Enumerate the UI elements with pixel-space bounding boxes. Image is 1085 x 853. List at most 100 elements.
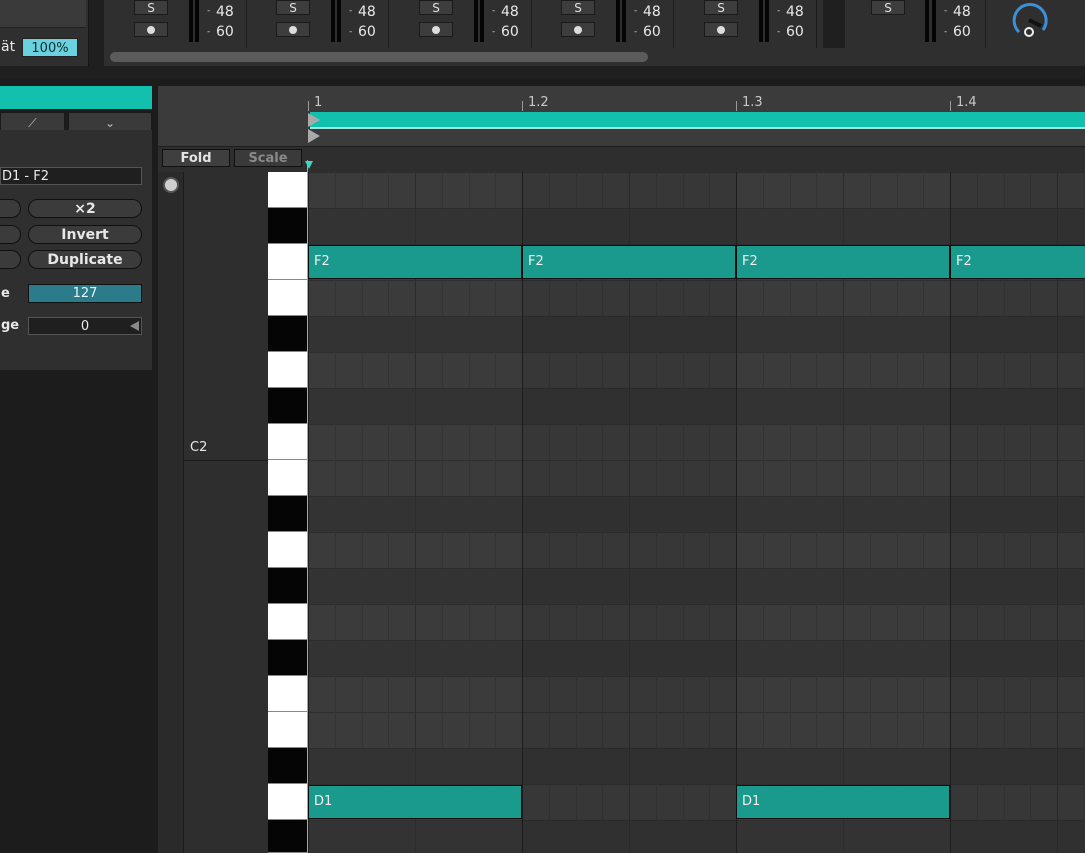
meter-tick: -	[349, 27, 353, 37]
piano-key-black[interactable]	[268, 388, 308, 424]
piano-key-white[interactable]	[268, 712, 308, 748]
solo-button[interactable]: S	[704, 0, 738, 15]
range-label: ge	[1, 318, 20, 333]
start-marker[interactable]	[308, 129, 320, 143]
meter-tick: -	[634, 27, 638, 37]
reverse-button[interactable]	[0, 225, 21, 244]
strip-divider	[985, 0, 986, 48]
meter-tick: -	[944, 27, 948, 37]
midi-note-d1[interactable]: D1	[308, 785, 522, 819]
level-meter	[337, 0, 341, 42]
piano-key-white[interactable]	[268, 784, 308, 820]
midi-note-f2[interactable]: F2	[950, 245, 1085, 279]
mixer-horizontal-scrollbar[interactable]	[110, 52, 648, 62]
metronome-button[interactable]	[134, 22, 168, 37]
piano-key-black[interactable]	[268, 820, 308, 853]
meter-value-bottom: 60	[643, 24, 661, 40]
metronome-icon	[289, 26, 297, 34]
ruler-label-1-3: 1.3	[742, 95, 763, 110]
midi-note-f2[interactable]: F2	[308, 245, 522, 279]
meter-tick: -	[944, 6, 948, 16]
headphones-icon[interactable]	[163, 177, 179, 193]
solo-button[interactable]: S	[561, 0, 595, 15]
midi-note-f2[interactable]: F2	[736, 245, 950, 279]
key-label-c2: C2	[190, 440, 208, 455]
metronome-button[interactable]	[704, 22, 738, 37]
piano-key-black[interactable]	[268, 568, 308, 604]
playhead-line	[307, 160, 308, 853]
loop-brace[interactable]	[310, 112, 1085, 127]
solo-button[interactable]: S	[419, 0, 453, 15]
piano-key-white[interactable]	[268, 352, 308, 388]
ruler-tick	[950, 101, 951, 111]
metronome-button[interactable]	[561, 22, 595, 37]
halve-button[interactable]	[0, 199, 21, 218]
midi-note-d1[interactable]: D1	[736, 785, 950, 819]
range-field[interactable]: 0	[28, 317, 142, 335]
scale-button[interactable]: Scale	[234, 149, 302, 167]
piano-key-black[interactable]	[268, 208, 308, 244]
mixer-left-label: ät	[1, 39, 16, 55]
mixer-left-header	[0, 0, 86, 28]
fold-button[interactable]: Fold	[162, 149, 230, 167]
piano-key-white[interactable]	[268, 280, 308, 316]
duplicate-button[interactable]: Duplicate	[28, 250, 142, 269]
midi-note-f2[interactable]: F2	[522, 245, 736, 279]
piano-key-black[interactable]	[268, 640, 308, 676]
master-value-bottom: 60	[953, 24, 971, 40]
master-solo-button[interactable]: S	[871, 0, 905, 15]
knob-icon[interactable]	[1009, 0, 1049, 40]
level-meter	[474, 0, 478, 42]
legato-button[interactable]	[0, 250, 21, 269]
piano-key-white[interactable]	[268, 676, 308, 712]
meter-tick: -	[777, 6, 781, 16]
piano-key-black[interactable]	[268, 316, 308, 352]
metronome-button[interactable]	[276, 22, 310, 37]
strip-gap	[823, 0, 845, 48]
piano-key-black[interactable]	[268, 496, 308, 532]
strip-divider	[531, 0, 532, 48]
invert-button[interactable]: Invert	[28, 225, 142, 244]
piano-key-white[interactable]	[268, 172, 308, 208]
playhead-marker[interactable]	[305, 161, 313, 169]
range-arrow-icon[interactable]	[130, 321, 139, 331]
level-meter	[195, 0, 199, 42]
meter-value-top: 48	[501, 4, 519, 20]
loop-start-marker[interactable]	[308, 113, 320, 127]
ruler-label-1-2: 1.2	[528, 95, 549, 110]
piano-key-white[interactable]	[268, 460, 308, 496]
meter-value-top: 48	[786, 4, 804, 20]
meter-tick: -	[207, 27, 211, 37]
meter-value-bottom: 60	[501, 24, 519, 40]
solo-button[interactable]: S	[276, 0, 310, 15]
note-grid[interactable]: F2 F2 F2 F2 D1 D1	[308, 172, 1085, 853]
meter-tick: -	[777, 27, 781, 37]
metronome-icon	[574, 26, 582, 34]
percent-field[interactable]: 100%	[22, 38, 78, 57]
velocity-label: e	[1, 286, 10, 301]
meter-tick: -	[207, 6, 211, 16]
master-value-top: 48	[953, 4, 971, 20]
level-meter	[480, 0, 484, 42]
level-meter	[331, 0, 335, 42]
piano-key-white[interactable]	[268, 424, 308, 460]
piano-key-black[interactable]	[268, 748, 308, 784]
piano-key-white[interactable]	[268, 604, 308, 640]
pencil-icon: ⟋	[28, 116, 37, 130]
metronome-icon	[147, 26, 155, 34]
strip-divider	[246, 0, 247, 48]
level-meter	[616, 0, 620, 42]
meter-tick: -	[492, 27, 496, 37]
piano-key-white[interactable]	[268, 244, 308, 280]
meter-value-top: 48	[216, 4, 234, 20]
solo-button[interactable]: S	[134, 0, 168, 15]
note-range-field[interactable]: D1 - F2	[0, 167, 142, 185]
ruler-tick	[308, 101, 309, 111]
velocity-field[interactable]: 127	[28, 284, 142, 303]
ruler-label-1-4: 1.4	[956, 95, 977, 110]
metronome-button[interactable]	[419, 22, 453, 37]
piano-key-white[interactable]	[268, 532, 308, 568]
double-button[interactable]: ×2	[28, 199, 142, 218]
meter-value-bottom: 60	[358, 24, 376, 40]
meter-tick: -	[634, 6, 638, 16]
